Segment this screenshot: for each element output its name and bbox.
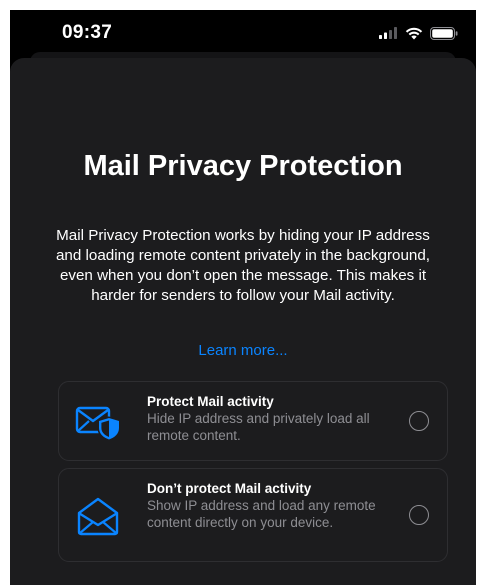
- battery-icon: [430, 26, 458, 40]
- envelope-shield-icon: [75, 406, 121, 441]
- sheet-title: Mail Privacy Protection: [83, 150, 403, 182]
- option-text: Protect Mail activity Hide IP address an…: [147, 393, 391, 444]
- cellular-signal-icon: [379, 27, 397, 39]
- privacy-sheet: Mail Privacy Protection Mail Privacy Pro…: [10, 58, 476, 585]
- option-description: Hide IP address and privately load all r…: [147, 411, 370, 443]
- phone-screen: 09:37 Mail Privacy Protection Mail Priva…: [10, 10, 476, 585]
- wifi-icon: [405, 27, 423, 39]
- status-bar: 09:37: [10, 10, 476, 56]
- option-title: Protect Mail activity: [147, 394, 274, 409]
- open-envelope-icon: [77, 497, 119, 536]
- option-title: Don’t protect Mail activity: [147, 481, 312, 496]
- option-description: Show IP address and load any remote cont…: [147, 498, 376, 530]
- sheet-description: Mail Privacy Protection works by hiding …: [55, 227, 431, 304]
- radio-button[interactable]: [409, 411, 429, 431]
- status-time: 09:37: [62, 22, 113, 43]
- option-text: Don’t protect Mail activity Show IP addr…: [147, 480, 391, 531]
- status-icons: [379, 25, 458, 41]
- radio-button[interactable]: [409, 505, 429, 525]
- option-dont-protect-mail-activity[interactable]: Don’t protect Mail activity Show IP addr…: [58, 468, 448, 562]
- learn-more-link[interactable]: Learn more...: [10, 341, 476, 361]
- option-protect-mail-activity[interactable]: Protect Mail activity Hide IP address an…: [58, 381, 448, 461]
